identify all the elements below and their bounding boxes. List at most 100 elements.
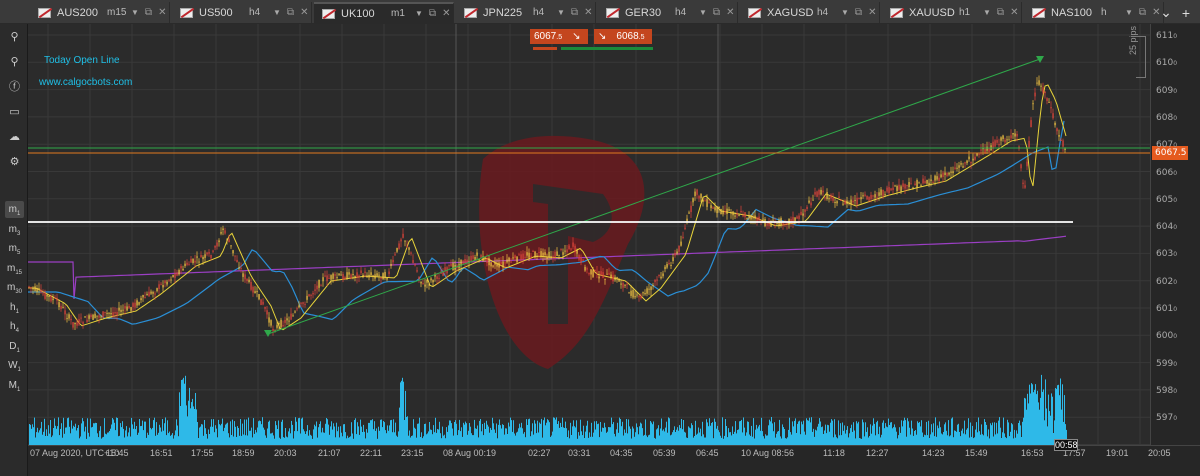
volume-bar [957,424,958,445]
chart-canvas[interactable] [28,24,1150,445]
zoom-icon[interactable]: ⚲ [5,29,24,46]
volume-bar [715,421,716,445]
volume-bar [178,436,179,445]
tab-us500[interactable]: US500 h4 ▼ ⧉ ✕ [172,2,312,23]
timeframe-m1[interactable]: m1 [5,201,24,218]
volume-bar [847,426,848,445]
chevron-down-icon[interactable]: ▼ [699,8,707,17]
chat-icon[interactable]: ▭ [5,104,24,121]
candle-down [1004,139,1006,143]
chevron-down-icon[interactable]: ▼ [983,8,991,17]
volume-bar [641,423,642,445]
volume-bar [681,419,682,445]
close-icon[interactable]: ✕ [442,8,450,19]
timeframe-m30[interactable]: m30 [5,279,24,296]
timeframe-m3[interactable]: m3 [5,221,24,238]
detach-icon[interactable]: ⧉ [571,7,578,18]
volume-bar [596,421,597,445]
detach-icon[interactable]: ⧉ [713,7,720,18]
timeframe-m15[interactable]: m15 [5,260,24,277]
chevron-down-icon[interactable]: ▼ [557,8,565,17]
candle-up [590,269,592,275]
volume-bar [180,406,181,445]
detach-icon[interactable]: ⧉ [287,7,294,18]
time-axis[interactable]: 07 Aug 2020, UTC+10 15:45 16:51 17:55 18:59 2… [28,445,1200,476]
volume-bar [514,433,515,445]
tab-timeframe[interactable]: m15 [107,7,126,18]
chevron-down-icon[interactable]: ▼ [1125,8,1133,17]
timeframe-D1[interactable]: D1 [5,338,24,355]
candle-up [726,208,728,214]
tab-timeframe[interactable]: h4 [249,7,267,18]
tab-timeframe[interactable]: h4 [533,7,551,18]
timeframe-W1[interactable]: W1 [5,357,24,374]
detach-icon[interactable]: ⧉ [997,7,1004,18]
chevron-down-icon[interactable]: ▼ [841,8,849,17]
volume-bar [314,424,315,445]
volume-bar [189,387,190,445]
volume-bar [370,420,371,445]
chart-area[interactable]: Today Open Line www.calgocbots.com 6067.… [28,24,1150,445]
timeframe-m5[interactable]: m5 [5,240,24,257]
tab-timeframe[interactable]: h4 [675,7,693,18]
weather-icon[interactable]: ☁ [5,129,24,146]
detach-icon[interactable]: ⧉ [855,7,862,18]
close-icon[interactable]: ✕ [868,7,876,18]
candle-down [744,212,746,218]
volume-bar [159,424,160,445]
volume-bar [1051,393,1052,445]
facebook-icon[interactable]: ⓕ [5,79,24,96]
candle-up [242,273,244,277]
chevron-down-icon[interactable]: ▼ [131,8,139,17]
close-icon[interactable]: ✕ [584,7,592,18]
volume-bar [458,430,459,445]
tab-uk100[interactable]: UK100 m1 ▼ ⧉ ✕ [314,2,454,23]
tab-timeframe[interactable]: m1 [391,8,409,19]
tab-list-chevron-icon[interactable]: ⌄ [1160,4,1172,21]
volume-bar [69,426,70,445]
add-tab-button[interactable]: + [1182,5,1190,21]
detach-icon[interactable]: ⧉ [429,8,436,19]
timeframe-M1[interactable]: M1 [5,377,24,394]
volume-bar [114,422,115,445]
candle-down [1020,164,1022,169]
timeframe-h1[interactable]: h1 [5,299,24,316]
volume-bar [421,432,422,445]
timeframe-h4[interactable]: h4 [5,318,24,335]
detach-icon[interactable]: ⧉ [145,7,152,18]
settings-icon[interactable]: ⚙ [5,154,24,171]
volume-bar [419,417,420,445]
volume-bar [63,417,64,445]
candle-down [134,302,136,308]
tab-jpn225[interactable]: JPN225 h4 ▼ ⧉ ✕ [456,2,596,23]
volume-bar [571,435,572,445]
tab-nas100[interactable]: NAS100 h ▼ ⧉ ✕ [1024,2,1164,23]
tab-timeframe[interactable]: h1 [959,7,977,18]
sell-button[interactable]: 6067.5 ↘ [530,29,588,44]
volume-bar [281,421,282,445]
chevron-down-icon[interactable]: ▼ [273,8,281,17]
candle-up [934,175,936,181]
close-icon[interactable]: ✕ [158,7,166,18]
volume-bar [93,423,94,445]
zoom-out-icon[interactable]: ⚲ [5,54,24,71]
chevron-down-icon[interactable]: ▼ [415,9,423,18]
detach-icon[interactable]: ⧉ [1139,7,1146,18]
close-icon[interactable]: ✕ [1010,7,1018,18]
tab-xauusd[interactable]: XAUUSD h1 ▼ ⧉ ✕ [882,2,1022,23]
volume-bar [454,422,455,445]
volume-bar [322,427,323,445]
candle-down [1024,185,1026,188]
tab-timeframe[interactable]: h4 [817,7,835,18]
close-icon[interactable]: ✕ [726,7,734,18]
close-icon[interactable]: ✕ [300,7,308,18]
tab-aus200[interactable]: AUS200 m15 ▼ ⧉ ✕ [30,2,170,23]
volume-bar [457,435,458,445]
price-axis[interactable]: 6067.5 6110 6100 6090 6080 6070 6060 6050 6040 6… [1150,24,1200,445]
tab-ger30[interactable]: GER30 h4 ▼ ⧉ ✕ [598,2,738,23]
tab-timeframe[interactable]: h [1101,7,1119,18]
tab-xagusd[interactable]: XAGUSD h4 ▼ ⧉ ✕ [740,2,880,23]
candle-up [390,264,392,266]
buy-button[interactable]: ↘ 6068.5 [594,29,652,44]
volume-bar [139,419,140,445]
